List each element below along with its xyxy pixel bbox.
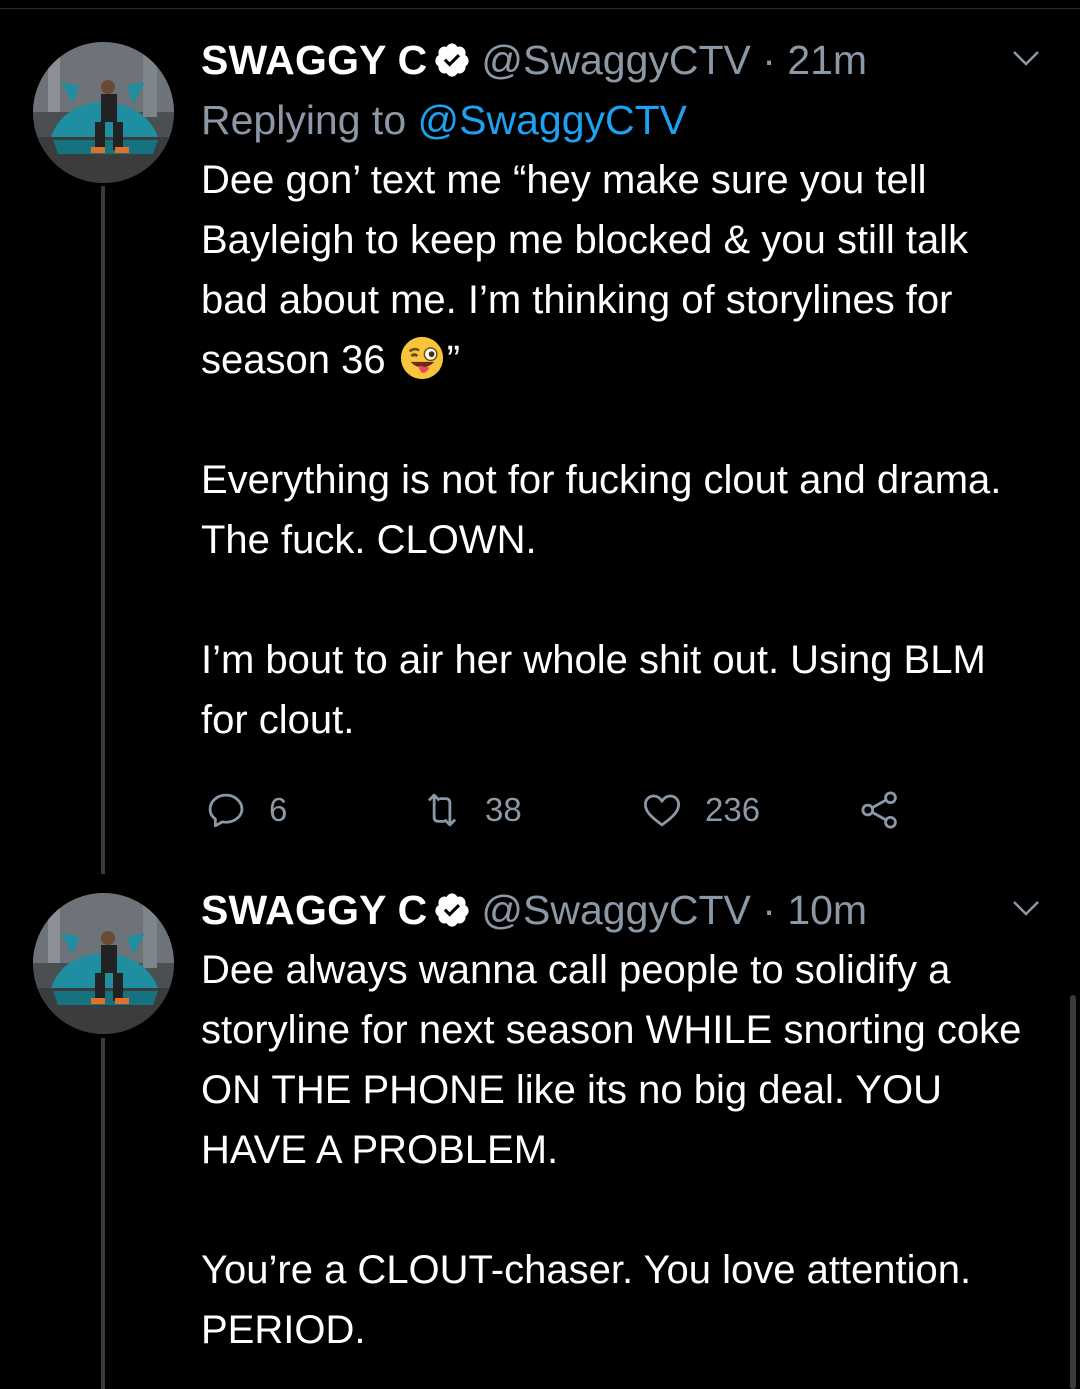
replying-to-line: Replying to @SwaggyCTV: [201, 97, 687, 143]
tweet-paragraph: I’m bout to air her whole shit out. Usin…: [201, 638, 986, 742]
timestamp[interactable]: · 10m: [751, 887, 867, 934]
chevron-down-icon[interactable]: [1011, 898, 1041, 918]
winking-face-with-tongue-emoji: [400, 336, 443, 380]
retweet-icon: [427, 793, 457, 827]
tweet-paragraph: Dee gon’ text me “hey make sure you tell…: [201, 158, 969, 382]
like-button[interactable]: 236: [641, 786, 760, 834]
share-button[interactable]: [859, 786, 901, 834]
scrollbar[interactable]: [1070, 995, 1076, 1389]
tweet-paragraph: You’re a CLOUT-chaser. You love attentio…: [201, 1248, 972, 1352]
handle[interactable]: @SwaggyCTV: [481, 37, 750, 84]
share-icon: [861, 791, 897, 829]
handle[interactable]: @SwaggyCTV: [481, 887, 750, 934]
retweet-button[interactable]: 38: [421, 786, 522, 834]
thread-line: [101, 186, 105, 874]
top-divider: [0, 8, 1080, 9]
tweet-paragraph: Everything is not for fucking clout and …: [201, 458, 1002, 562]
tweet-header: SWAGGY C @SwaggyCTV · 10m: [201, 880, 1041, 940]
retweet-count: 38: [485, 791, 522, 828]
verified-badge-icon: [435, 893, 470, 927]
reply-count: 6: [269, 791, 288, 828]
reply-button[interactable]: 6: [205, 786, 287, 834]
reply-icon: [208, 793, 244, 828]
verified-badge-icon: [435, 43, 470, 77]
tweet-text: Dee gon’ text me “hey make sure you tell…: [201, 150, 1041, 750]
tweet-paragraph: Dee always wanna call people to solidify…: [201, 948, 1022, 1172]
avatar[interactable]: [33, 893, 174, 1034]
display-name[interactable]: SWAGGY C: [201, 37, 427, 84]
like-icon: [643, 794, 681, 827]
tweet-text: Dee always wanna call people to solidify…: [201, 940, 1041, 1360]
mention-link[interactable]: @SwaggyCTV: [418, 97, 687, 143]
tweet[interactable]: SWAGGY C @SwaggyCTV · 21m Replying to @S…: [201, 30, 1041, 750]
timestamp[interactable]: · 21m: [751, 37, 867, 84]
tweet-header: SWAGGY C @SwaggyCTV · 21m: [201, 30, 1041, 90]
like-count: 236: [705, 791, 761, 828]
tweet[interactable]: SWAGGY C @SwaggyCTV · 10m Dee always wan…: [201, 880, 1041, 1360]
thread-line: [101, 1038, 105, 1389]
tweet-actions: 6 38 236: [201, 786, 921, 834]
avatar[interactable]: [33, 42, 174, 183]
chevron-down-icon[interactable]: [1011, 48, 1041, 68]
display-name[interactable]: SWAGGY C: [201, 887, 427, 934]
